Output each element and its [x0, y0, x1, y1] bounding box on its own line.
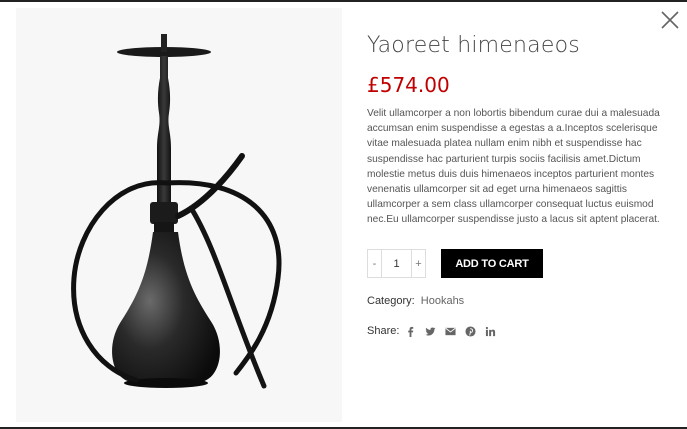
share-label: Share: [367, 325, 400, 337]
add-to-cart-button[interactable]: ADD TO CART [441, 249, 543, 278]
category-link[interactable]: Hookahs [421, 295, 464, 307]
email-icon[interactable] [445, 326, 456, 337]
quantity-stepper: - 1 + [367, 249, 426, 278]
quantity-input[interactable]: 1 [382, 250, 411, 277]
close-button[interactable] [660, 10, 680, 30]
quantity-decrease-button[interactable]: - [368, 250, 382, 277]
quantity-increase-button[interactable]: + [411, 250, 425, 277]
product-price: £574.00 [367, 73, 450, 97]
linkedin-icon[interactable] [485, 326, 496, 337]
twitter-icon[interactable] [425, 326, 436, 337]
product-category: Category: Hookahs [367, 295, 464, 307]
product-title: Yaoreet himenaeos [367, 33, 580, 58]
quick-view-modal: Yaoreet himenaeos £574.00 Velit ullamcor… [0, 0, 687, 429]
facebook-icon[interactable] [405, 326, 416, 337]
product-description: Velit ullamcorper a non lobortis bibendu… [367, 108, 660, 226]
close-icon [661, 11, 679, 29]
share-row: Share: [367, 325, 505, 337]
product-image [16, 8, 342, 422]
pinterest-icon[interactable] [465, 325, 476, 337]
category-label: Category: [367, 295, 415, 307]
hookah-image [71, 34, 282, 389]
